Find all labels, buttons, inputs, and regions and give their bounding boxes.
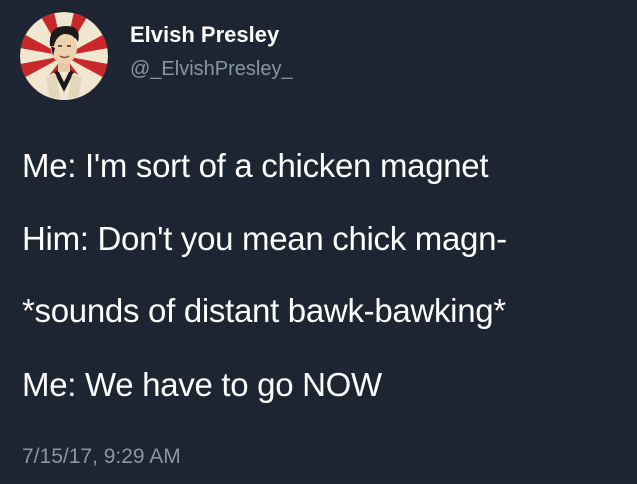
tweet-text-line-2: Him: Don't you mean chick magn- — [22, 220, 507, 257]
tweet-timestamp[interactable]: 7/15/17, 9:29 AM — [22, 445, 181, 469]
tweet-card: Elvish Presley @_ElvishPresley_ Me: I'm … — [0, 0, 637, 484]
author-handle[interactable]: @_ElvishPresley_ — [130, 58, 293, 81]
tweet-text-line-4: Me: We have to go NOW — [22, 366, 382, 403]
elvis-portrait-avatar-icon[interactable] — [20, 12, 108, 100]
tweet-text-line-1: Me: I'm sort of a chicken magnet — [22, 147, 489, 184]
tweet-text-line-3: *sounds of distant bawk-bawking* — [22, 292, 506, 329]
author-display-name[interactable]: Elvish Presley — [130, 22, 279, 48]
